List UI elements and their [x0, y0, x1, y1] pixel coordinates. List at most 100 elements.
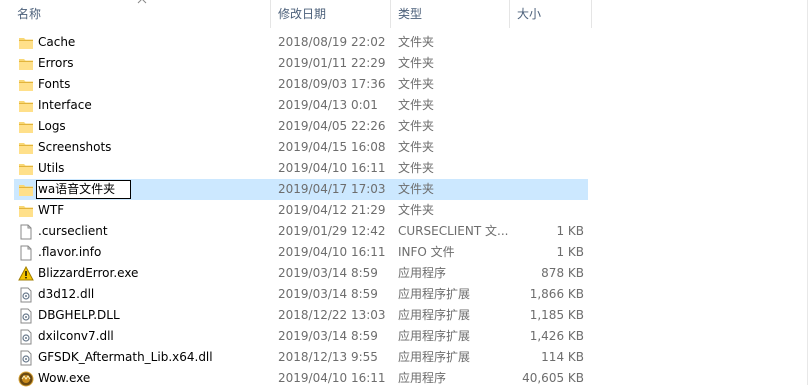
dll-icon — [18, 287, 34, 303]
folder-icon — [18, 203, 34, 219]
file-type: 文件夹 — [398, 119, 435, 133]
file-row[interactable]: Screenshots 2019/04/15 16:08 文件夹 — [14, 137, 588, 158]
file-row[interactable]: Fonts 2018/09/03 17:36 文件夹 — [14, 74, 588, 95]
file-type: 文件夹 — [398, 56, 435, 70]
file-row[interactable]: Cache 2018/08/19 22:02 文件夹 — [14, 32, 588, 53]
column-name[interactable]: 名称 — [17, 6, 41, 24]
file-type: 文件夹 — [398, 161, 435, 175]
dll-icon — [18, 350, 34, 366]
file-date: 2018/12/13 9:55 — [278, 350, 378, 364]
file-size: 878 KB — [541, 266, 584, 280]
file-date: 2019/04/15 16:08 — [278, 140, 386, 154]
file-row[interactable]: wa语音文件夹 2019/04/17 17:03 文件夹 — [14, 179, 588, 200]
file-name: Logs — [38, 119, 66, 133]
file-type: 应用程序 — [398, 266, 447, 280]
file-row[interactable]: Errors 2019/01/11 22:29 文件夹 — [14, 53, 588, 74]
file-size: 40,605 KB — [522, 371, 584, 385]
file-type: 应用程序扩展 — [398, 308, 471, 322]
folder-icon — [18, 140, 34, 156]
file-size: 1,426 KB — [529, 329, 584, 343]
folder-icon — [18, 119, 34, 135]
column-size[interactable]: 大小 — [517, 6, 541, 24]
file-icon — [18, 245, 34, 261]
folder-icon — [18, 56, 34, 72]
file-type: 应用程序 — [398, 371, 447, 385]
file-size: 1 KB — [556, 224, 584, 238]
file-name: Screenshots — [38, 140, 112, 154]
file-date: 2019/04/17 17:03 — [278, 182, 386, 196]
file-size: 1,866 KB — [529, 287, 584, 301]
file-name: dxilconv7.dll — [38, 329, 114, 343]
folder-icon — [18, 35, 34, 51]
file-row[interactable]: Logs 2019/04/05 22:26 文件夹 — [14, 116, 588, 137]
file-row[interactable]: dxilconv7.dll 2019/03/14 8:59 应用程序扩展 1,426 … — [14, 326, 588, 347]
column-divider[interactable] — [390, 0, 391, 28]
file-row[interactable]: Wow.exe 2019/04/10 16:11 应用程序 40,605 KB — [14, 368, 588, 389]
column-divider[interactable] — [270, 0, 271, 28]
file-icon — [18, 224, 34, 240]
file-date: 2019/01/11 22:29 — [278, 56, 386, 70]
file-type: 文件夹 — [398, 98, 435, 112]
file-date: 2019/03/14 8:59 — [278, 266, 378, 280]
file-name: GFSDK_Aftermath_Lib.x64.dll — [38, 350, 213, 364]
file-row[interactable]: GFSDK_Aftermath_Lib.x64.dll 2018/12/13 9:… — [14, 347, 588, 368]
dll-icon — [18, 308, 34, 324]
file-row[interactable]: d3d12.dll 2019/03/14 8:59 应用程序扩展 1,866 KB — [14, 284, 588, 305]
file-name: Wow.exe — [38, 371, 91, 385]
file-type: CURSECLIENT 文... — [398, 224, 509, 238]
file-date: 2018/08/19 22:02 — [278, 35, 386, 49]
file-name: Fonts — [38, 77, 71, 91]
file-name: Errors — [38, 56, 74, 70]
file-date: 2019/04/13 0:01 — [278, 98, 378, 112]
file-type: 应用程序扩展 — [398, 350, 471, 364]
column-divider[interactable] — [509, 0, 510, 28]
file-date: 2018/09/03 17:36 — [278, 77, 386, 91]
file-name: DBGHELP.DLL — [38, 308, 120, 322]
file-type: 应用程序扩展 — [398, 329, 471, 343]
file-type: 应用程序扩展 — [398, 287, 471, 301]
column-header: 名称 修改日期 类型 大小 — [0, 0, 808, 30]
file-size: 1,185 KB — [529, 308, 584, 322]
column-date[interactable]: 修改日期 — [278, 6, 326, 24]
file-name: d3d12.dll — [38, 287, 95, 301]
file-type: INFO 文件 — [398, 245, 455, 259]
file-type: 文件夹 — [398, 203, 435, 217]
file-name: Cache — [38, 35, 76, 49]
file-date: 2019/03/14 8:59 — [278, 329, 378, 343]
file-date: 2019/03/14 8:59 — [278, 287, 378, 301]
file-date: 2019/04/05 22:26 — [278, 119, 386, 133]
file-row[interactable]: Utils 2019/04/10 16:11 文件夹 — [14, 158, 588, 179]
column-type[interactable]: 类型 — [398, 6, 422, 24]
file-name: .curseclient — [38, 224, 108, 238]
file-size: 114 KB — [541, 350, 584, 364]
file-row[interactable]: WTF 2019/04/12 21:29 文件夹 — [14, 200, 588, 221]
file-row[interactable]: Interface 2019/04/13 0:01 文件夹 — [14, 95, 588, 116]
file-date: 2019/04/12 21:29 — [278, 203, 386, 217]
file-date: 2019/04/10 16:11 — [278, 161, 386, 175]
dll-icon — [18, 329, 34, 345]
folder-icon — [18, 161, 34, 177]
file-type: 文件夹 — [398, 35, 435, 49]
file-name: Utils — [38, 161, 65, 175]
column-divider[interactable] — [591, 0, 592, 28]
folder-icon — [18, 77, 34, 93]
file-type: 文件夹 — [398, 140, 435, 154]
warning-icon — [18, 265, 34, 282]
file-size: 1 KB — [556, 245, 584, 259]
file-type: 文件夹 — [398, 77, 435, 91]
folder-icon — [18, 98, 34, 114]
file-date: 2018/12/22 13:03 — [278, 308, 386, 322]
file-date: 2019/04/10 16:11 — [278, 371, 386, 385]
file-row[interactable]: BlizzardError.exe 2019/03/14 8:59 应用程序 878 … — [14, 263, 588, 284]
file-name: Interface — [38, 98, 92, 112]
file-name: BlizzardError.exe — [38, 266, 139, 280]
file-row[interactable]: DBGHELP.DLL 2018/12/22 13:03 应用程序扩展 1,185 K… — [14, 305, 588, 326]
sort-ascending-icon[interactable] — [136, 0, 148, 5]
folder-icon — [18, 182, 34, 198]
file-name: .flavor.info — [38, 245, 102, 259]
file-date: 2019/01/29 12:42 — [278, 224, 386, 238]
file-date: 2019/04/10 16:11 — [278, 245, 386, 259]
rename-input[interactable]: wa语音文件夹 — [36, 180, 131, 199]
file-row[interactable]: .curseclient 2019/01/29 12:42 CURSECLIENT … — [14, 221, 588, 242]
file-row[interactable]: .flavor.info 2019/04/10 16:11 INFO 文件 1 KB — [14, 242, 588, 263]
